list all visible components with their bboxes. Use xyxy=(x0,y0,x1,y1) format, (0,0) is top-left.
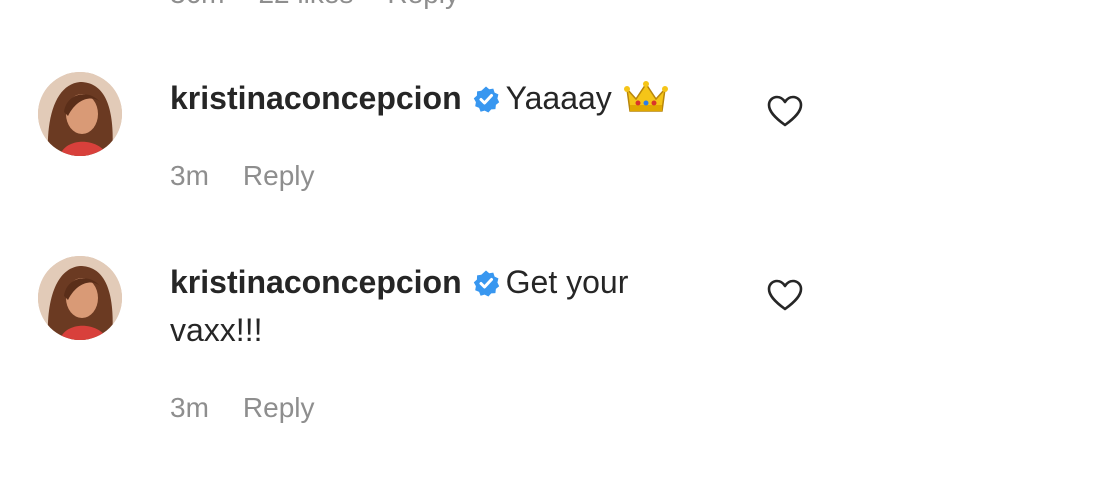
comment-username[interactable]: kristinaconcepcion xyxy=(170,80,462,116)
like-button[interactable] xyxy=(766,94,804,128)
reply-button[interactable]: Reply xyxy=(243,392,315,424)
previous-comment-meta: 36m 22 likes Reply xyxy=(170,0,459,9)
comment-username[interactable]: kristinaconcepcion xyxy=(170,264,462,300)
comment-timestamp: 3m xyxy=(170,392,209,423)
comments-panel: 36m 22 likes Reply kristinaconcepcion Yaa… xyxy=(0,0,1120,500)
comment-body: kristinaconcepcion Get your vaxx!!! xyxy=(170,260,710,352)
like-button[interactable] xyxy=(766,278,804,312)
comment-meta: 3m Reply xyxy=(170,160,315,192)
comment-text: Yaaaay xyxy=(505,80,612,116)
comment-meta: 3m Reply xyxy=(170,392,315,424)
comment-likes[interactable]: 22 likes xyxy=(258,0,353,9)
comment-timestamp: 3m xyxy=(170,160,209,191)
verified-badge-icon xyxy=(472,80,500,124)
heart-icon xyxy=(767,95,803,127)
crown-emoji-icon xyxy=(623,79,668,126)
verified-badge-icon xyxy=(472,264,500,308)
reply-button[interactable]: Reply xyxy=(387,0,459,9)
avatar[interactable] xyxy=(38,72,122,156)
heart-icon xyxy=(767,279,803,311)
comment-timestamp: 36m xyxy=(170,0,224,9)
comment-body: kristinaconcepcion Yaaaay xyxy=(170,76,730,126)
reply-button[interactable]: Reply xyxy=(243,160,315,192)
avatar[interactable] xyxy=(38,256,122,340)
